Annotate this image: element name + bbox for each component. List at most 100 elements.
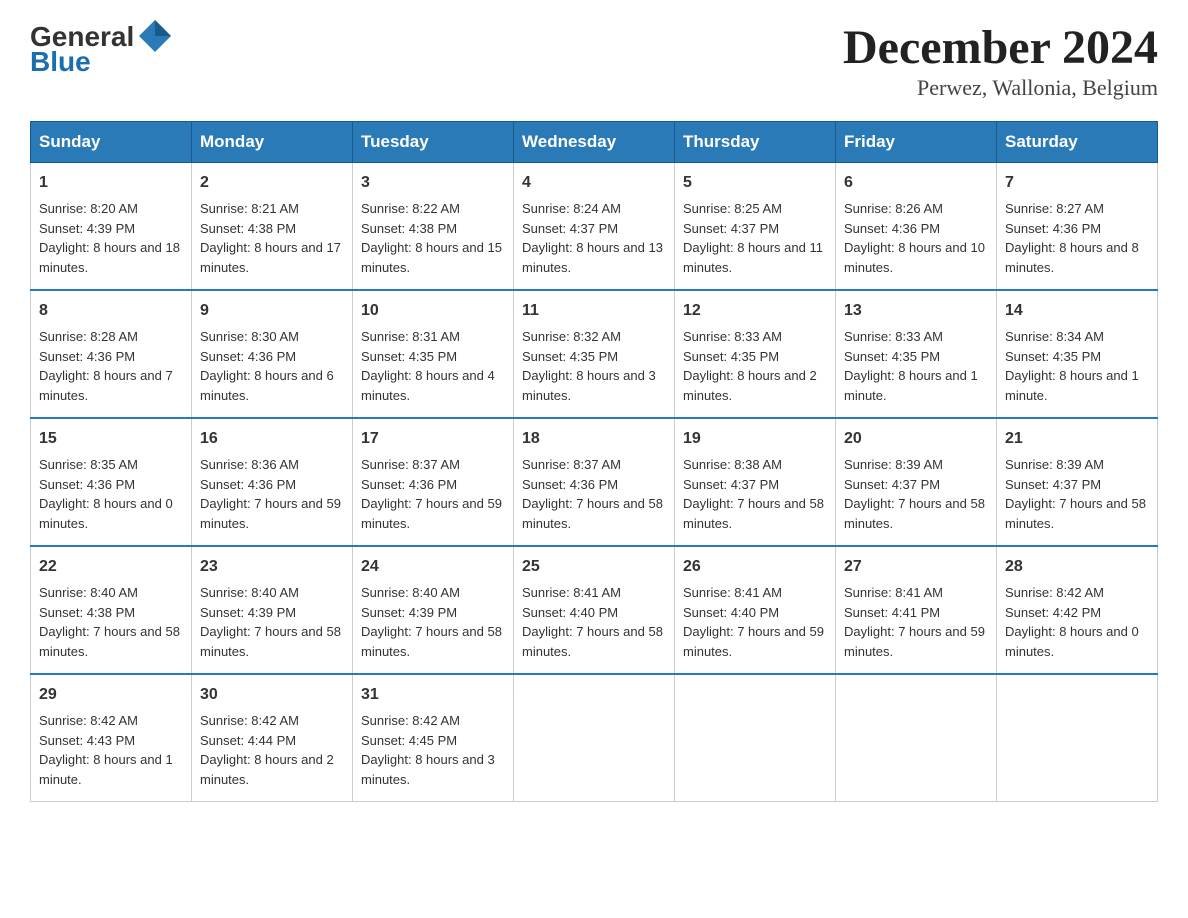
calendar-title: December 2024 (843, 20, 1158, 75)
calendar-cell: 3Sunrise: 8:22 AMSunset: 4:38 PMDaylight… (353, 163, 514, 291)
sunset-text: Sunset: 4:42 PM (1005, 605, 1101, 620)
calendar-table: SundayMondayTuesdayWednesdayThursdayFrid… (30, 121, 1158, 802)
sunset-text: Sunset: 4:40 PM (683, 605, 779, 620)
calendar-cell (836, 674, 997, 802)
calendar-cell: 13Sunrise: 8:33 AMSunset: 4:35 PMDayligh… (836, 290, 997, 418)
sunrise-text: Sunrise: 8:39 AM (844, 457, 943, 472)
calendar-cell: 17Sunrise: 8:37 AMSunset: 4:36 PMDayligh… (353, 418, 514, 546)
sunrise-text: Sunrise: 8:21 AM (200, 201, 299, 216)
calendar-cell: 27Sunrise: 8:41 AMSunset: 4:41 PMDayligh… (836, 546, 997, 674)
sunrise-text: Sunrise: 8:40 AM (200, 585, 299, 600)
sunset-text: Sunset: 4:37 PM (522, 221, 618, 236)
logo-text-blue: Blue (30, 46, 91, 78)
sunset-text: Sunset: 4:36 PM (1005, 221, 1101, 236)
day-number: 29 (39, 683, 183, 707)
calendar-cell: 29 Sunrise: 8:42 AM Sunset: 4:43 PM Dayligh… (31, 674, 192, 802)
day-number: 26 (683, 555, 827, 579)
col-header-wednesday: Wednesday (514, 122, 675, 163)
day-number: 2 (200, 171, 344, 195)
daylight-text: Daylight: 8 hours and 3 minutes. (522, 368, 656, 403)
calendar-cell: 12Sunrise: 8:33 AMSunset: 4:35 PMDayligh… (675, 290, 836, 418)
daylight-text: Daylight: 8 hours and 1 minute. (39, 752, 173, 787)
calendar-cell: 8Sunrise: 8:28 AMSunset: 4:36 PMDaylight… (31, 290, 192, 418)
daylight-text: Daylight: 7 hours and 59 minutes. (200, 496, 341, 531)
calendar-cell: 5 Sunrise: 8:25 AM Sunset: 4:37 PM Daylight… (675, 163, 836, 291)
sunrise-text: Sunrise: 8:36 AM (200, 457, 299, 472)
calendar-cell: 2 Sunrise: 8:21 AM Sunset: 4:38 PM Daylight… (192, 163, 353, 291)
daylight-text: Daylight: 8 hours and 10 minutes. (844, 240, 985, 275)
sunrise-text: Sunrise: 8:42 AM (39, 713, 138, 728)
day-number: 1 (39, 171, 183, 195)
day-number: 25 (522, 555, 666, 579)
col-header-monday: Monday (192, 122, 353, 163)
sunrise-text: Sunrise: 8:24 AM (522, 201, 621, 216)
page-header: General Blue December 2024 Perwez, Wallo… (30, 20, 1158, 101)
col-header-saturday: Saturday (997, 122, 1158, 163)
sunrise-text: Sunrise: 8:42 AM (1005, 585, 1104, 600)
sunset-text: Sunset: 4:39 PM (200, 605, 296, 620)
day-number: 24 (361, 555, 505, 579)
calendar-week-row: 8Sunrise: 8:28 AMSunset: 4:36 PMDaylight… (31, 290, 1158, 418)
sunset-text: Sunset: 4:43 PM (39, 733, 135, 748)
day-number: 28 (1005, 555, 1149, 579)
sunrise-text: Sunrise: 8:26 AM (844, 201, 943, 216)
sunrise-text: Sunrise: 8:22 AM (361, 201, 460, 216)
sunrise-text: Sunrise: 8:37 AM (522, 457, 621, 472)
day-number: 5 (683, 171, 827, 195)
calendar-cell: 14Sunrise: 8:34 AMSunset: 4:35 PMDayligh… (997, 290, 1158, 418)
sunset-text: Sunset: 4:38 PM (200, 221, 296, 236)
calendar-cell: 30Sunrise: 8:42 AMSunset: 4:44 PMDayligh… (192, 674, 353, 802)
calendar-cell: 6Sunrise: 8:26 AMSunset: 4:36 PMDaylight… (836, 163, 997, 291)
sunset-text: Sunset: 4:35 PM (522, 349, 618, 364)
col-header-friday: Friday (836, 122, 997, 163)
day-number: 4 (522, 171, 666, 195)
calendar-cell: 21Sunrise: 8:39 AMSunset: 4:37 PMDayligh… (997, 418, 1158, 546)
calendar-cell (997, 674, 1158, 802)
day-number: 18 (522, 427, 666, 451)
daylight-text: Daylight: 8 hours and 2 minutes. (200, 752, 334, 787)
sunset-text: Sunset: 4:35 PM (361, 349, 457, 364)
sunrise-text: Sunrise: 8:40 AM (39, 585, 138, 600)
daylight-text: Daylight: 8 hours and 7 minutes. (39, 368, 173, 403)
sunset-text: Sunset: 4:36 PM (844, 221, 940, 236)
daylight-text: Daylight: 8 hours and 17 minutes. (200, 240, 341, 275)
day-number: 10 (361, 299, 505, 323)
daylight-text: Daylight: 7 hours and 58 minutes. (844, 496, 985, 531)
calendar-cell: 23Sunrise: 8:40 AMSunset: 4:39 PMDayligh… (192, 546, 353, 674)
day-number: 27 (844, 555, 988, 579)
daylight-text: Daylight: 8 hours and 13 minutes. (522, 240, 663, 275)
sunrise-text: Sunrise: 8:34 AM (1005, 329, 1104, 344)
daylight-text: Daylight: 8 hours and 0 minutes. (39, 496, 173, 531)
calendar-week-row: 29 Sunrise: 8:42 AM Sunset: 4:43 PM Dayligh… (31, 674, 1158, 802)
calendar-cell: 19Sunrise: 8:38 AMSunset: 4:37 PMDayligh… (675, 418, 836, 546)
day-number: 19 (683, 427, 827, 451)
day-number: 8 (39, 299, 183, 323)
calendar-week-row: 1Sunrise: 8:20 AMSunset: 4:39 PMDaylight… (31, 163, 1158, 291)
sunset-text: Sunset: 4:39 PM (39, 221, 135, 236)
calendar-cell: 11 Sunrise: 8:32 AM Sunset: 4:35 PM Dayligh… (514, 290, 675, 418)
sunrise-text: Sunrise: 8:41 AM (522, 585, 621, 600)
calendar-subtitle: Perwez, Wallonia, Belgium (843, 75, 1158, 101)
day-number: 11 (522, 299, 666, 323)
sunrise-text: Sunrise: 8:40 AM (361, 585, 460, 600)
calendar-header-row: SundayMondayTuesdayWednesdayThursdayFrid… (31, 122, 1158, 163)
calendar-cell: 22Sunrise: 8:40 AMSunset: 4:38 PMDayligh… (31, 546, 192, 674)
sunrise-text: Sunrise: 8:35 AM (39, 457, 138, 472)
day-number: 17 (361, 427, 505, 451)
sunset-text: Sunset: 4:37 PM (683, 221, 779, 236)
daylight-text: Daylight: 8 hours and 0 minutes. (1005, 624, 1139, 659)
day-number: 9 (200, 299, 344, 323)
calendar-week-row: 15Sunrise: 8:35 AMSunset: 4:36 PMDayligh… (31, 418, 1158, 546)
sunset-text: Sunset: 4:41 PM (844, 605, 940, 620)
sunset-text: Sunset: 4:35 PM (1005, 349, 1101, 364)
sunset-text: Sunset: 4:40 PM (522, 605, 618, 620)
daylight-text: Daylight: 8 hours and 6 minutes. (200, 368, 334, 403)
sunrise-text: Sunrise: 8:28 AM (39, 329, 138, 344)
sunrise-text: Sunrise: 8:32 AM (522, 329, 621, 344)
day-number: 13 (844, 299, 988, 323)
sunrise-text: Sunrise: 8:25 AM (683, 201, 782, 216)
daylight-text: Daylight: 8 hours and 11 minutes. (683, 240, 823, 275)
col-header-tuesday: Tuesday (353, 122, 514, 163)
daylight-text: Daylight: 8 hours and 8 minutes. (1005, 240, 1139, 275)
day-number: 30 (200, 683, 344, 707)
